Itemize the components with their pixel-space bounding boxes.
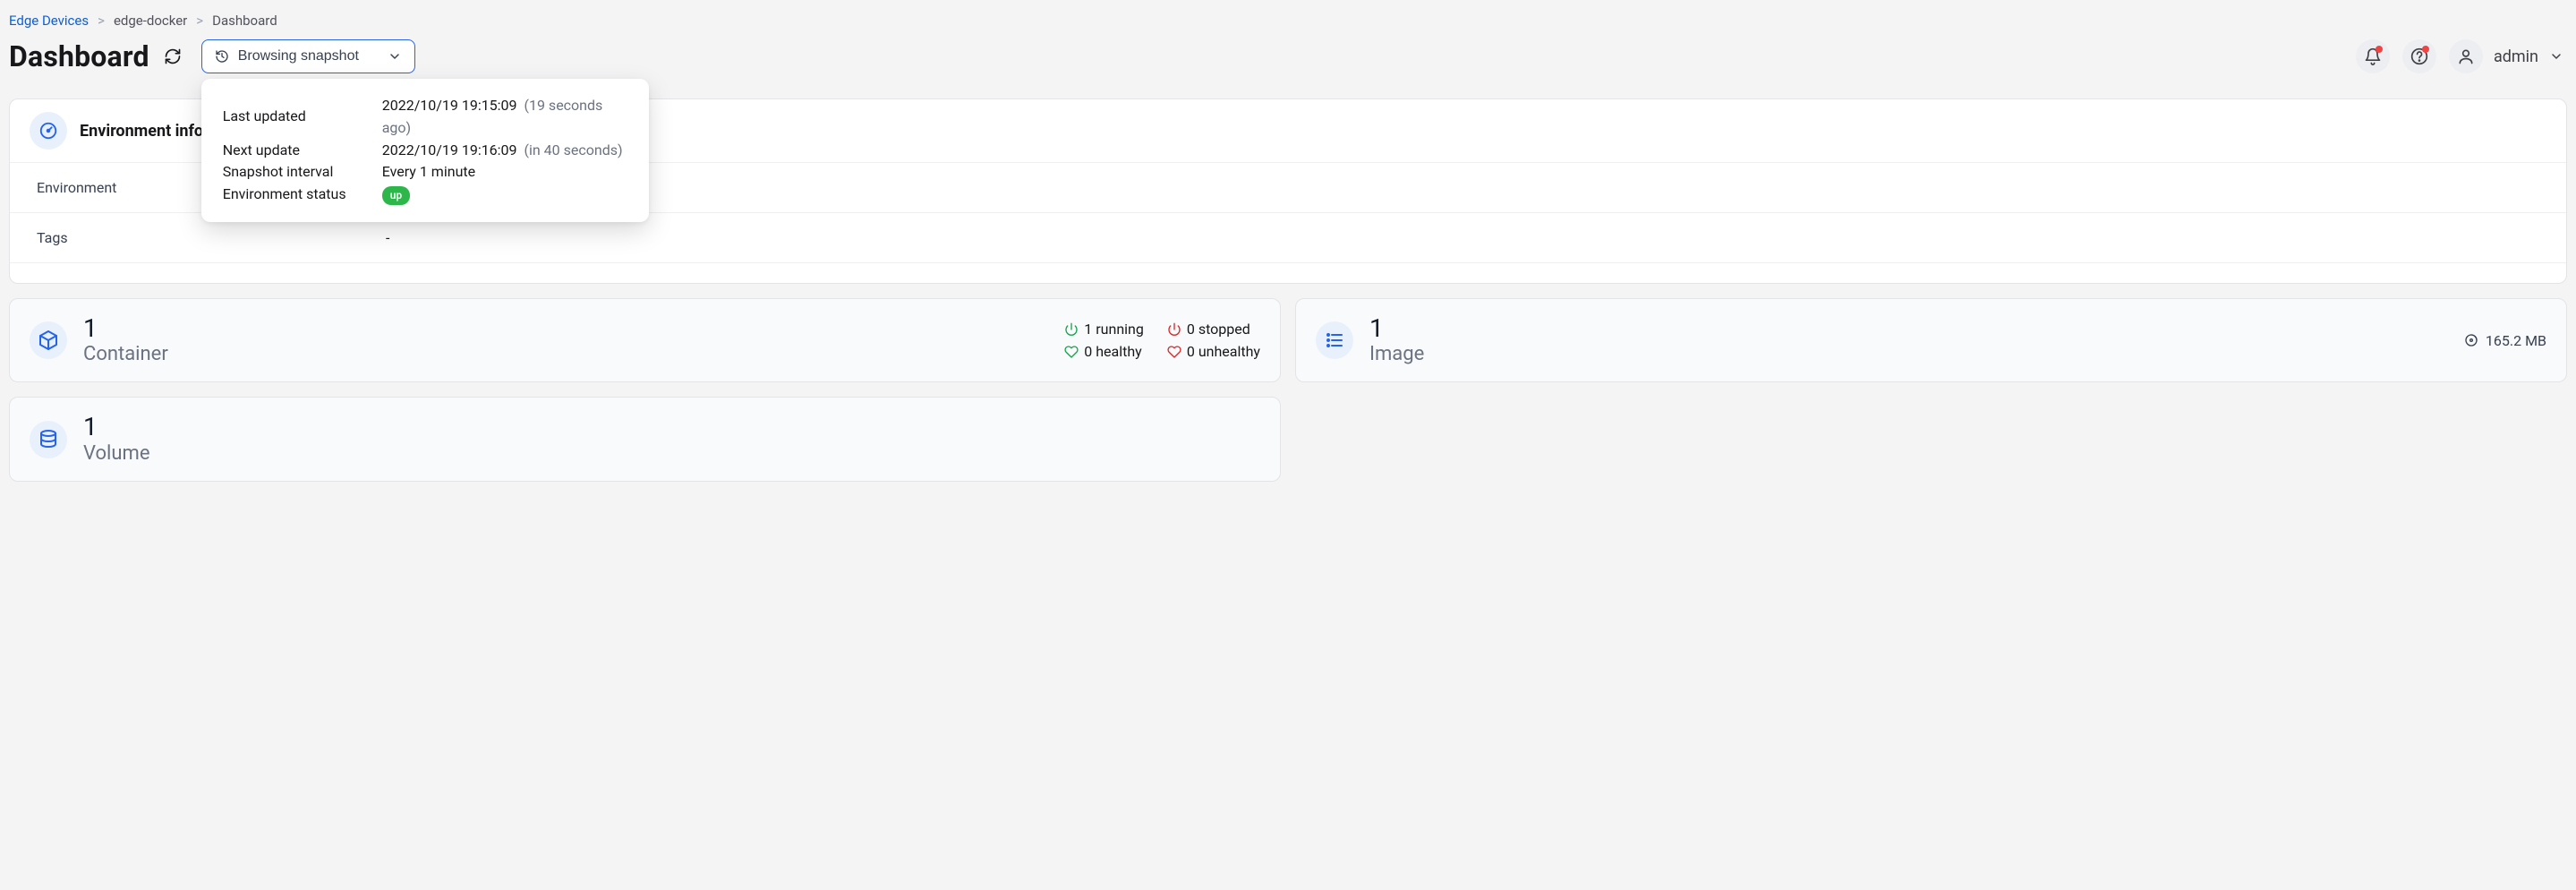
environment-info-title: Environment info [80, 122, 203, 141]
box-icon [30, 321, 67, 359]
browsing-snapshot-button[interactable]: Browsing snapshot [201, 39, 415, 73]
help-dot-icon [2422, 46, 2429, 53]
volumes-label: Volume [83, 442, 150, 465]
containers-unhealthy: 0 unhealthy [1187, 343, 1260, 360]
history-icon [215, 49, 229, 64]
containers-running: 1 running [1084, 321, 1144, 338]
notifications-button[interactable] [2356, 39, 2390, 73]
last-updated-label: Last updated [223, 106, 375, 128]
refresh-icon [164, 47, 182, 65]
snapshot-popover: Last updated 2022/10/19 19:15:09 (19 sec… [201, 79, 649, 222]
chevron-down-icon [388, 49, 402, 64]
next-update-value: 2022/10/19 19:16:09 [382, 141, 517, 158]
breadcrumb-sep-icon: > [196, 13, 203, 29]
user-menu[interactable]: admin [2449, 39, 2567, 73]
disk-icon [2464, 333, 2478, 347]
page-title: Dashboard [9, 39, 149, 73]
database-icon [30, 421, 67, 458]
breadcrumb-sep-icon: > [98, 13, 105, 29]
images-size: 165.2 MB [2486, 332, 2546, 349]
heart-icon [1064, 345, 1079, 359]
next-update-relative: (in 40 seconds) [525, 141, 623, 158]
gauge-icon [30, 112, 67, 150]
user-name: admin [2494, 47, 2538, 66]
list-icon [1316, 321, 1353, 359]
help-button[interactable] [2402, 39, 2436, 73]
breadcrumb-current: Dashboard [212, 13, 277, 29]
browsing-snapshot-label: Browsing snapshot [238, 48, 359, 64]
tags-label: Tags [37, 229, 386, 246]
next-update-label: Next update [223, 140, 375, 162]
containers-stopped: 0 stopped [1187, 321, 1250, 338]
containers-count: 1 [83, 315, 168, 341]
breadcrumb-root[interactable]: Edge Devices [9, 13, 89, 29]
volumes-card[interactable]: 1 Volume [9, 397, 1281, 481]
environment-status-label: Environment status [223, 184, 375, 206]
power-icon [1167, 322, 1181, 337]
tags-value: - [386, 229, 2539, 246]
images-card[interactable]: 1 Image 165.2 MB [1295, 298, 2567, 382]
last-updated-value: 2022/10/19 19:15:09 [382, 97, 517, 114]
snapshot-interval-value: Every 1 minute [382, 161, 627, 184]
refresh-button[interactable] [160, 44, 185, 69]
images-label: Image [1369, 343, 1424, 365]
status-badge: up [382, 186, 410, 205]
containers-card[interactable]: 1 Container 1 running 0 stopped 0 health… [9, 298, 1281, 382]
power-icon [1064, 322, 1079, 337]
containers-label: Container [83, 343, 168, 365]
snapshot-interval-label: Snapshot interval [223, 161, 375, 184]
heart-icon [1167, 345, 1181, 359]
chevron-down-icon [2549, 49, 2563, 64]
breadcrumb: Edge Devices > edge-docker > Dashboard [9, 9, 2567, 34]
breadcrumb-mid: edge-docker [114, 13, 187, 29]
environment-value: .0 [386, 179, 2539, 196]
volumes-count: 1 [83, 414, 150, 440]
images-count: 1 [1369, 315, 1424, 341]
containers-healthy: 0 healthy [1084, 343, 1141, 360]
notification-dot-icon [2376, 46, 2383, 53]
user-icon [2457, 47, 2475, 65]
